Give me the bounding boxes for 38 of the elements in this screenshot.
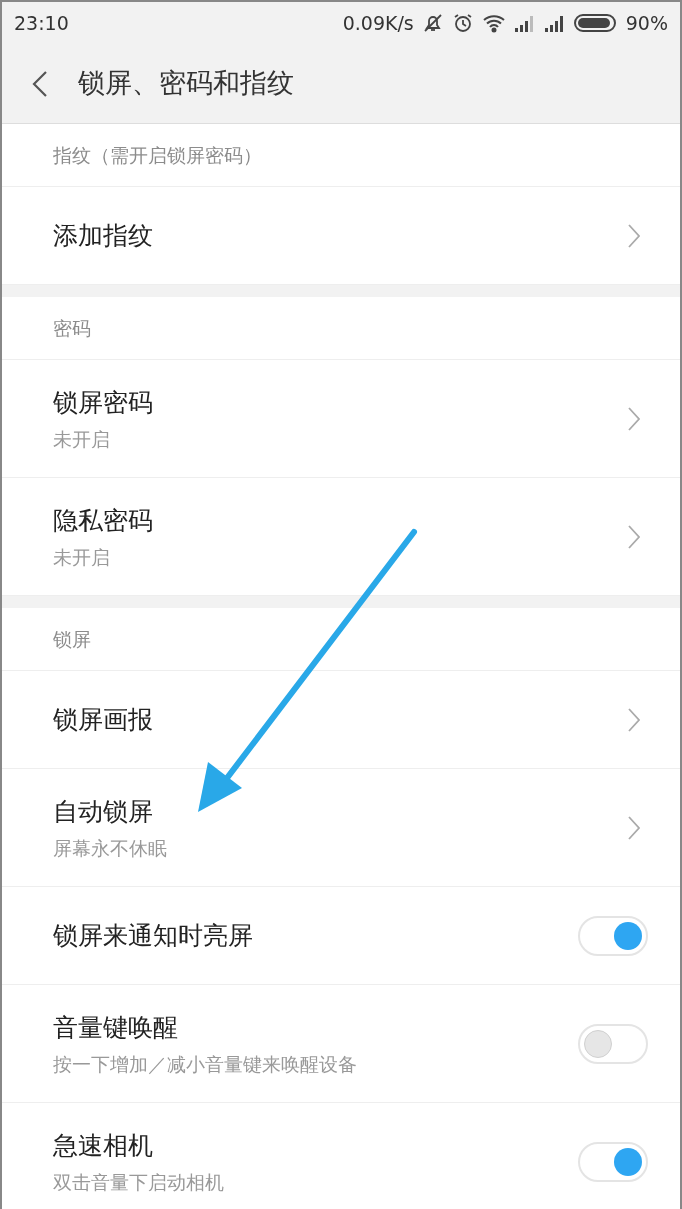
- chevron-right-icon: [628, 815, 640, 840]
- row-subtitle: 未开启: [53, 427, 111, 452]
- toggle-switch[interactable]: [578, 1023, 648, 1064]
- signal-icon: [513, 14, 536, 32]
- row-title: 急速相机: [53, 1129, 154, 1162]
- row-title: 锁屏密码: [53, 386, 153, 419]
- signal-icon: [543, 14, 566, 32]
- toggle-switch[interactable]: [578, 915, 648, 956]
- chevron-right-icon: [628, 223, 640, 248]
- section-header: 指纹（需开启锁屏密码）: [53, 142, 262, 168]
- row-subtitle: 未开启: [53, 545, 111, 570]
- battery-icon: [573, 13, 618, 33]
- row-title: 音量键唤醒: [53, 1011, 179, 1044]
- row-subtitle: 双击音量下启动相机: [53, 1170, 224, 1195]
- wifi-icon: [481, 13, 506, 33]
- settings-row[interactable]: 锁屏画报: [2, 671, 680, 769]
- chevron-right-icon: [628, 406, 640, 431]
- back-icon: [32, 70, 48, 97]
- network-speed: 0.09K/s: [342, 10, 414, 36]
- page-title: 锁屏、密码和指纹: [78, 66, 294, 101]
- row-title: 锁屏来通知时亮屏: [53, 919, 253, 952]
- settings-row[interactable]: 锁屏来通知时亮屏: [2, 887, 680, 985]
- row-subtitle: 屏幕永不休眠: [53, 836, 167, 861]
- section-header: 锁屏: [53, 626, 91, 652]
- settings-row[interactable]: 音量键唤醒 按一下增加／减小音量键来唤醒设备: [2, 985, 680, 1103]
- row-title: 锁屏画报: [53, 703, 153, 736]
- row-subtitle: 按一下增加／减小音量键来唤醒设备: [53, 1052, 357, 1077]
- chevron-right-icon: [628, 707, 640, 732]
- settings-row[interactable]: 锁屏密码 未开启: [2, 360, 680, 478]
- row-title: 自动锁屏: [53, 795, 154, 828]
- toggle-switch[interactable]: [578, 1141, 648, 1182]
- status-time: 23:10: [14, 10, 69, 36]
- section-header: 密码: [53, 315, 91, 341]
- settings-row[interactable]: 急速相机 双击音量下启动相机: [2, 1103, 680, 1209]
- row-title: 隐私密码: [53, 504, 153, 537]
- chevron-right-icon: [628, 524, 640, 549]
- battery-percent: 90%: [625, 10, 668, 36]
- row-title: 添加指纹: [53, 219, 153, 252]
